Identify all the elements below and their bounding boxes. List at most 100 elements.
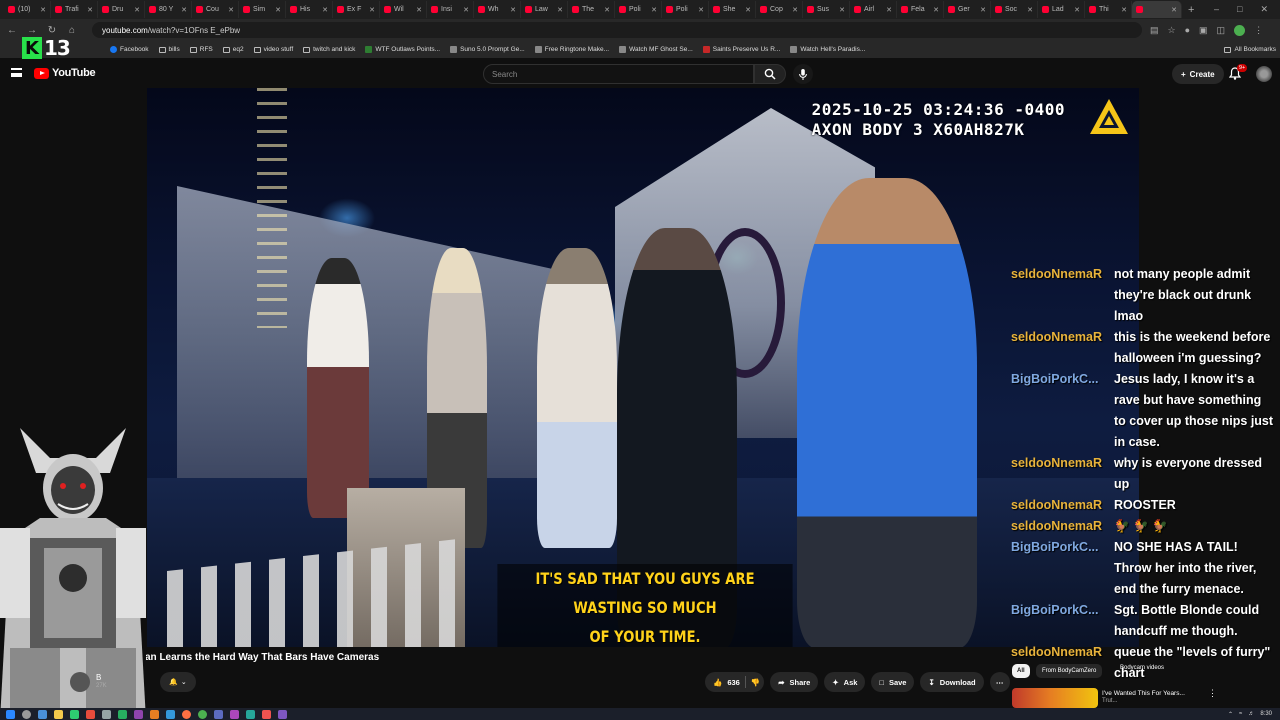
- close-tab-icon[interactable]: ✕: [651, 6, 657, 14]
- task-view-icon[interactable]: [38, 709, 47, 719]
- bookmark-item[interactable]: RFS: [189, 46, 213, 53]
- share-button[interactable]: ➦ Share: [770, 672, 819, 692]
- hamburger-menu-icon[interactable]: [11, 68, 22, 77]
- recommendation-title[interactable]: I've Wanted This For Years...: [1102, 690, 1185, 697]
- close-tab-icon[interactable]: ✕: [1121, 6, 1127, 14]
- minimize-icon[interactable]: –: [1214, 4, 1219, 15]
- recommendation-thumbnail[interactable]: [1012, 688, 1098, 708]
- menu-kebab-icon[interactable]: ⋮: [1254, 25, 1263, 36]
- close-tab-icon[interactable]: ✕: [604, 6, 610, 14]
- close-tab-icon[interactable]: ✕: [1074, 6, 1080, 14]
- ask-button[interactable]: ✦ Ask: [824, 672, 866, 692]
- extension-icon[interactable]: ●: [1185, 25, 1190, 36]
- profile-avatar-icon[interactable]: [1234, 24, 1246, 36]
- close-tab-icon[interactable]: ✕: [698, 6, 704, 14]
- browser-tab[interactable]: The ✕: [568, 1, 615, 18]
- more-actions-button[interactable]: ⋯: [989, 672, 1010, 692]
- close-tab-icon[interactable]: ✕: [181, 6, 187, 14]
- firefox-icon[interactable]: [182, 709, 191, 719]
- wifi-icon[interactable]: ≈: [1239, 711, 1242, 717]
- forward-arrow-icon[interactable]: →: [26, 25, 38, 36]
- search-icon[interactable]: [22, 709, 31, 719]
- app-icon[interactable]: [230, 709, 239, 719]
- close-tab-icon[interactable]: ✕: [745, 6, 751, 14]
- home-icon[interactable]: ⌂: [66, 25, 78, 36]
- puzzle-icon[interactable]: ▣: [1199, 25, 1208, 36]
- bookmark-item[interactable]: Saints Preserve Us R...: [702, 46, 780, 53]
- browser-tab[interactable]: His ✕: [286, 1, 333, 18]
- browser-tab[interactable]: Cop ✕: [756, 1, 803, 18]
- browser-tab[interactable]: Ex F ✕: [333, 1, 380, 18]
- browser-tab-active[interactable]: ✕: [1132, 1, 1182, 18]
- close-tab-icon[interactable]: ✕: [557, 6, 563, 14]
- close-tab-icon[interactable]: ✕: [792, 6, 798, 14]
- app-icon[interactable]: [246, 709, 255, 719]
- clock-time[interactable]: 8:30: [1260, 711, 1272, 717]
- bookmark-item[interactable]: Watch MF Ghost Se...: [619, 46, 693, 53]
- browser-tab[interactable]: Sim ✕: [239, 1, 286, 18]
- bookmark-item[interactable]: eq2: [222, 46, 244, 53]
- browser-tab[interactable]: Ger ✕: [944, 1, 991, 18]
- browser-tab[interactable]: Fela ✕: [897, 1, 944, 18]
- close-tab-icon[interactable]: ✕: [369, 6, 375, 14]
- save-button[interactable]: □ Save: [871, 672, 915, 692]
- app-icon[interactable]: [70, 709, 79, 719]
- browser-tab[interactable]: Poli ✕: [615, 1, 662, 18]
- app-icon[interactable]: [166, 709, 175, 719]
- search-input[interactable]: Search: [483, 64, 754, 84]
- download-button[interactable]: ↧ Download: [920, 672, 984, 692]
- all-bookmarks-button[interactable]: All Bookmarks: [1224, 46, 1280, 53]
- close-tab-icon[interactable]: ✕: [933, 6, 939, 14]
- close-tab-icon[interactable]: ✕: [322, 6, 328, 14]
- app-icon[interactable]: [118, 709, 127, 719]
- bookmark-item[interactable]: Free Ringtone Make...: [534, 46, 609, 53]
- volume-icon[interactable]: ♬: [1248, 711, 1254, 717]
- close-tab-icon[interactable]: ✕: [40, 6, 46, 14]
- browser-tab[interactable]: Sus ✕: [803, 1, 850, 18]
- voice-search-button[interactable]: [793, 64, 813, 84]
- file-explorer-icon[interactable]: [54, 709, 63, 719]
- close-tab-icon[interactable]: ✕: [228, 6, 234, 14]
- browser-tab[interactable]: Dru ✕: [98, 1, 145, 18]
- url-field[interactable]: youtube.com/watch?v=1OFns E_ePbw: [92, 22, 1142, 38]
- close-window-icon[interactable]: ✕: [1260, 4, 1268, 15]
- video-player[interactable]: 2025-10-25 03:24:36 -0400 AXON BODY 3 X6…: [147, 88, 1139, 647]
- account-avatar[interactable]: [1256, 66, 1272, 82]
- star-icon[interactable]: ☆: [1168, 25, 1176, 36]
- browser-tab[interactable]: Lad ✕: [1038, 1, 1085, 18]
- subscribe-notification-button[interactable]: 🔔 ⌄: [160, 672, 196, 692]
- app-icon[interactable]: [134, 709, 143, 719]
- channel-avatar[interactable]: [70, 672, 90, 692]
- app-icon[interactable]: [214, 709, 223, 719]
- youtube-logo[interactable]: YouTube: [34, 67, 96, 79]
- back-arrow-icon[interactable]: ←: [6, 25, 18, 36]
- settings-icon[interactable]: [102, 709, 111, 719]
- browser-tab[interactable]: Cou ✕: [192, 1, 239, 18]
- close-tab-icon[interactable]: ✕: [463, 6, 469, 14]
- app-icon[interactable]: [150, 709, 159, 719]
- reload-icon[interactable]: ↻: [46, 25, 58, 36]
- browser-tab[interactable]: Poli ✕: [662, 1, 709, 18]
- windows-start-icon[interactable]: [6, 709, 15, 719]
- close-tab-icon[interactable]: ✕: [416, 6, 422, 14]
- install-icon[interactable]: ▤: [1150, 25, 1159, 36]
- thumbs-down-icon[interactable]: 👎: [751, 678, 760, 687]
- browser-tab[interactable]: Airl ✕: [850, 1, 897, 18]
- close-tab-icon[interactable]: ✕: [980, 6, 986, 14]
- bookmark-item[interactable]: Suno 5.0 Prompt Ge...: [450, 46, 525, 53]
- bookmark-item[interactable]: WTF Outlaws Points...: [365, 46, 440, 53]
- create-button[interactable]: + Create: [1172, 64, 1224, 84]
- browser-tab[interactable]: Soc ✕: [991, 1, 1038, 18]
- app-icon[interactable]: [278, 709, 287, 719]
- thumbs-up-icon[interactable]: 👍: [713, 678, 722, 687]
- close-tab-icon[interactable]: ✕: [87, 6, 93, 14]
- close-tab-icon[interactable]: ✕: [1027, 6, 1033, 14]
- search-button[interactable]: [754, 64, 786, 84]
- browser-tab[interactable]: Wil ✕: [380, 1, 427, 18]
- browser-tab[interactable]: 80 Y ✕: [145, 1, 192, 18]
- chrome-icon[interactable]: [198, 709, 207, 719]
- bookmark-item[interactable]: Facebook: [110, 46, 149, 53]
- browser-tab[interactable]: Trafi ✕: [51, 1, 98, 18]
- recommendation-menu-icon[interactable]: ⋮: [1208, 688, 1217, 699]
- browser-tab[interactable]: Insi ✕: [427, 1, 474, 18]
